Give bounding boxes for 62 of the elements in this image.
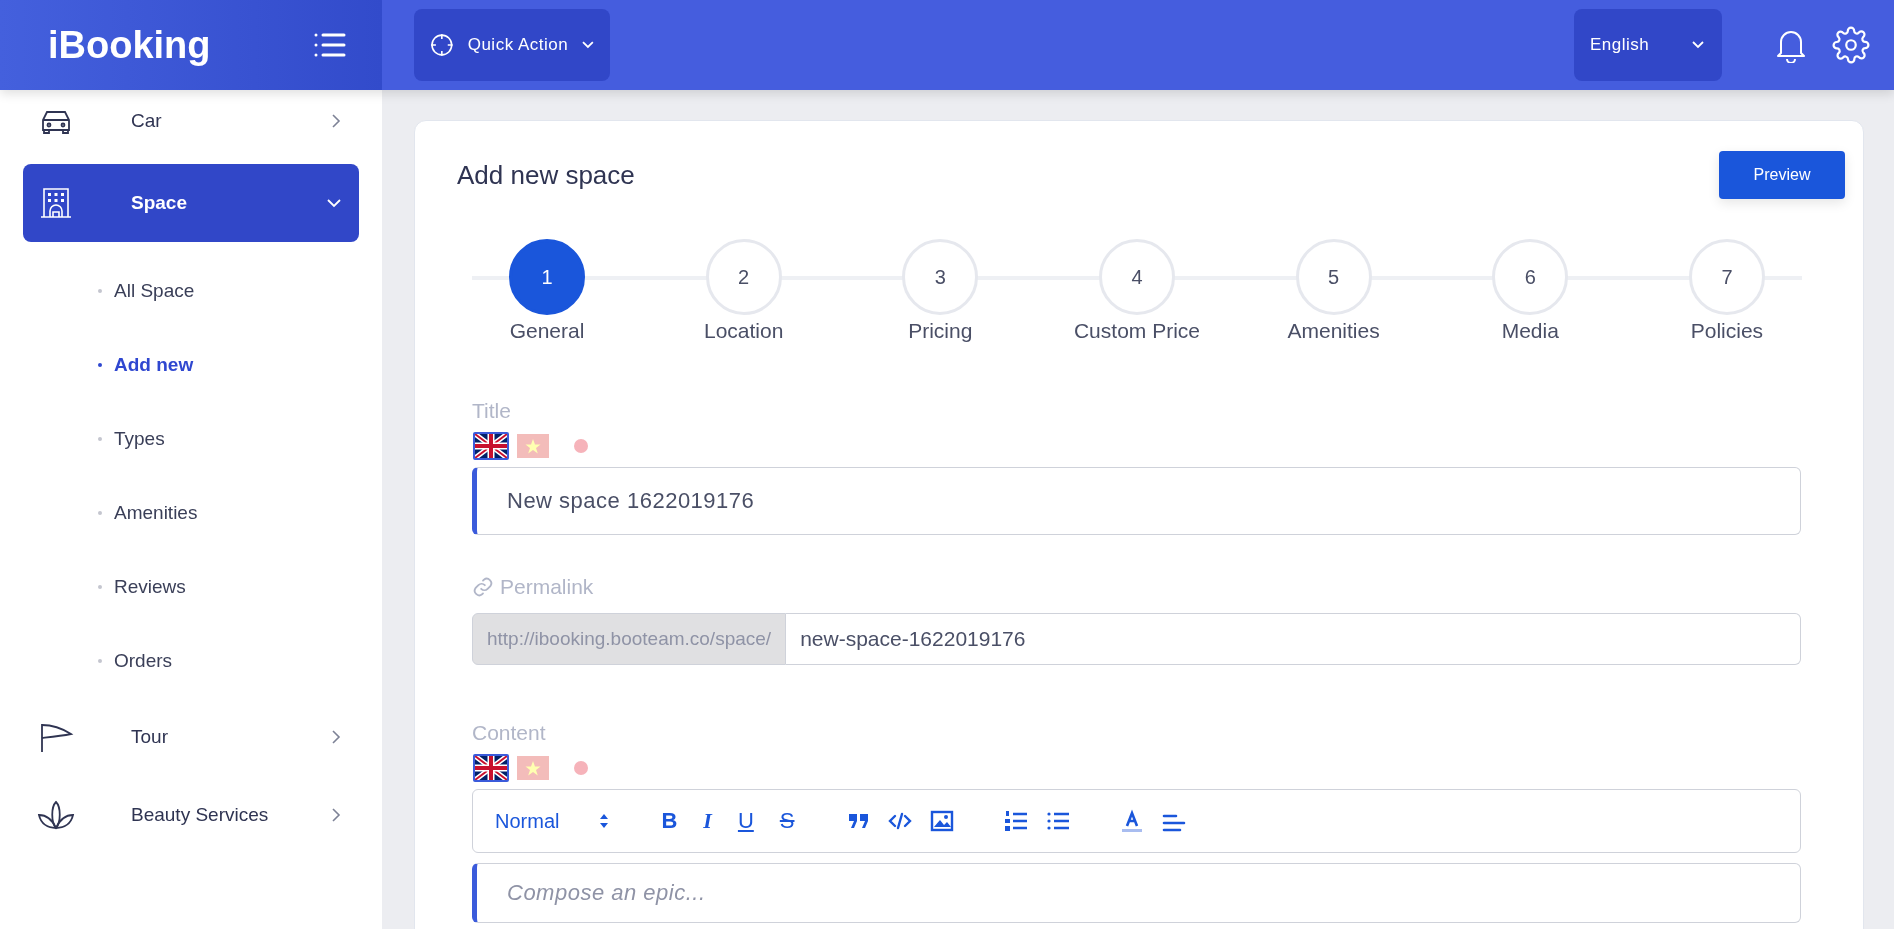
page-title: Add new space (457, 159, 635, 191)
bullet-list-icon[interactable] (1046, 810, 1071, 832)
format-dropdown[interactable]: Normal (495, 809, 610, 833)
field-label: Permalink (500, 575, 594, 599)
format-button[interactable]: S (775, 808, 799, 834)
uk-flag-icon[interactable] (472, 753, 510, 783)
step-number[interactable]: 5 (1295, 239, 1372, 315)
step-label: Policies (1690, 319, 1764, 343)
field-label: Content (472, 721, 547, 745)
crosshair-icon (430, 33, 454, 57)
format-button[interactable]: I (699, 808, 716, 834)
language-dropdown[interactable]: English (1574, 9, 1722, 81)
image-icon[interactable] (930, 810, 955, 832)
step-number[interactable]: 6 (1492, 239, 1569, 315)
url-prefix: http://ibooking.booteam.co/space/ (472, 613, 787, 665)
step-label: Amenities (1287, 319, 1380, 343)
chevron-right-icon (332, 114, 341, 128)
lotus-icon (37, 800, 75, 830)
field-label: Title (472, 399, 512, 423)
settings-icon[interactable] (1832, 26, 1870, 64)
chevron-down-icon (1692, 41, 1704, 49)
step-label: Location (703, 319, 784, 343)
sidebar-item[interactable]: Space (23, 164, 359, 242)
step-label: Custom Price (1073, 319, 1200, 343)
chevron-down-icon (327, 198, 341, 208)
preview-button[interactable]: Preview (1719, 151, 1845, 199)
sidebar-item[interactable]: Tour (23, 704, 359, 770)
code-icon[interactable] (888, 812, 913, 830)
step-label: Pricing (908, 319, 973, 343)
content-editor[interactable]: Compose an epic... (472, 863, 1801, 923)
sidebar-item[interactable]: Car (23, 90, 359, 152)
step-number[interactable]: 7 (1688, 239, 1765, 315)
status-dot-icon (574, 761, 588, 775)
uk-flag-icon[interactable] (472, 431, 510, 461)
step-label: General (509, 319, 585, 343)
submenu-item[interactable]: All Space (23, 254, 359, 328)
submenu-item[interactable]: Orders (23, 624, 359, 698)
format-button[interactable]: B (657, 808, 682, 834)
status-dot-icon (574, 439, 588, 453)
menu-icon[interactable] (314, 32, 346, 58)
chevron-right-icon (332, 808, 341, 822)
submenu-item[interactable]: Types (23, 402, 359, 476)
text-color-icon[interactable] (1120, 809, 1145, 833)
step-number[interactable]: 3 (902, 239, 979, 315)
submenu-item[interactable]: Reviews (23, 550, 359, 624)
chevron-right-icon (332, 730, 341, 744)
quick-action-button[interactable]: Quick Action (414, 9, 610, 81)
title-input[interactable]: New space 1622019176 (472, 467, 1801, 535)
quote-icon[interactable] (848, 812, 871, 830)
step-number[interactable]: 1 (509, 239, 585, 315)
submenu-item[interactable]: Add new (23, 328, 359, 402)
step-number[interactable]: 2 (705, 239, 782, 315)
sidebar-item[interactable]: Beauty Services (23, 782, 359, 848)
chevron-down-icon (582, 41, 594, 49)
numbered-list-icon[interactable] (1004, 810, 1029, 832)
step-number[interactable]: 4 (1098, 239, 1175, 315)
format-button[interactable]: U (733, 808, 758, 834)
link-icon (472, 576, 494, 598)
step-label: Media (1501, 319, 1559, 343)
sort-arrows-icon (599, 813, 610, 829)
submenu-item[interactable]: Amenities (23, 476, 359, 550)
slug-input[interactable]: new-space-1622019176 (786, 613, 1801, 665)
